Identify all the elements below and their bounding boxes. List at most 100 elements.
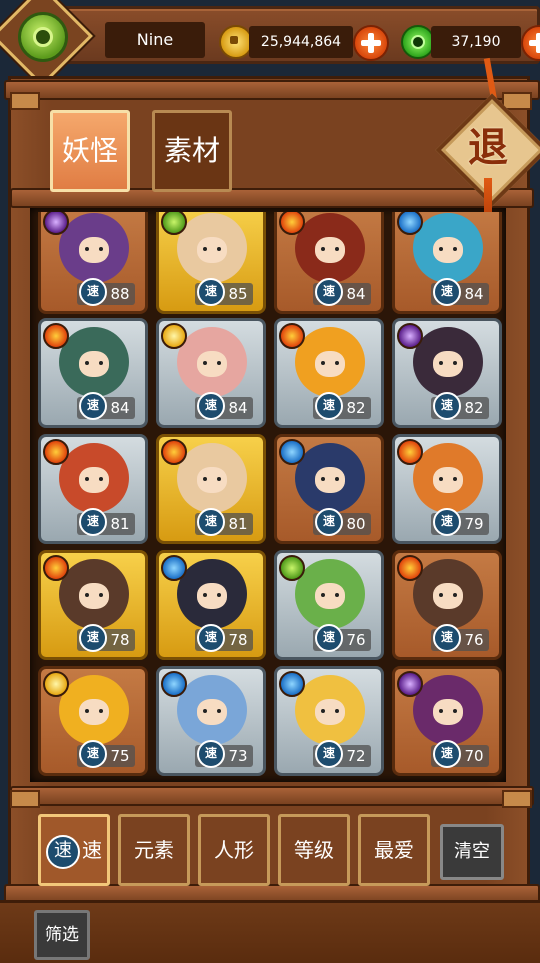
speed-icon: 速 bbox=[315, 278, 343, 306]
bracket bbox=[10, 790, 40, 808]
speed-icon: 速 bbox=[79, 624, 107, 652]
speed-value: 78 bbox=[228, 631, 248, 649]
speed-icon: 速 bbox=[197, 740, 225, 768]
monster-portrait bbox=[413, 559, 483, 629]
speed-icon: 速 bbox=[79, 740, 107, 768]
dark-element-icon bbox=[397, 323, 423, 349]
gold-amount: 25,944,864 bbox=[249, 26, 353, 58]
shelf-bottom-beam bbox=[10, 786, 534, 806]
monster-card[interactable]: 速 81 bbox=[156, 434, 266, 544]
monster-portrait bbox=[295, 443, 365, 513]
water-element-icon bbox=[279, 671, 305, 697]
speed-icon: 速 bbox=[197, 508, 225, 536]
filter-element-button[interactable]: 元素 bbox=[118, 814, 190, 886]
speed-icon: 速 bbox=[197, 624, 225, 652]
water-element-icon bbox=[161, 555, 187, 581]
light-element-icon bbox=[161, 323, 187, 349]
monster-card[interactable]: 速 84 bbox=[156, 318, 266, 428]
speed-value: 84 bbox=[346, 285, 366, 303]
dark-element-icon bbox=[397, 671, 423, 697]
monster-card[interactable]: 速 73 bbox=[156, 666, 266, 776]
speed-icon: 速 bbox=[433, 624, 461, 652]
monster-card[interactable]: 速 78 bbox=[38, 550, 148, 660]
monster-portrait bbox=[295, 327, 365, 397]
monster-card[interactable]: 速 76 bbox=[392, 550, 502, 660]
monster-card[interactable]: 速 82 bbox=[274, 318, 384, 428]
monster-card-grid: 速 88 速 85 速 84 速 84 速 84 速 84 速 82 速 82 速 81 速 81 速 80 速 79 速 78 速… bbox=[38, 212, 502, 782]
monster-card[interactable]: 速 75 bbox=[38, 666, 148, 776]
water-element-icon bbox=[279, 439, 305, 465]
add-jade-button[interactable] bbox=[521, 25, 540, 61]
monster-portrait bbox=[177, 443, 247, 513]
bracket bbox=[502, 790, 532, 808]
speed-icon: 速 bbox=[315, 392, 343, 420]
monster-portrait bbox=[59, 675, 129, 745]
speed-value: 70 bbox=[464, 747, 484, 765]
monster-portrait bbox=[59, 213, 129, 283]
light-element-icon bbox=[43, 671, 69, 697]
speed-icon: 速 bbox=[79, 278, 107, 306]
speed-value: 75 bbox=[110, 747, 130, 765]
fire-element-icon bbox=[161, 439, 187, 465]
monster-card[interactable]: 速 84 bbox=[38, 318, 148, 428]
filter-favorite-button[interactable]: 最爱 bbox=[358, 814, 430, 886]
filter-speed-button[interactable]: 速速 bbox=[38, 814, 110, 886]
monster-portrait bbox=[413, 213, 483, 283]
monster-portrait bbox=[59, 327, 129, 397]
filter-button[interactable]: 筛选 bbox=[34, 910, 90, 960]
monster-card[interactable]: 速 72 bbox=[274, 666, 384, 776]
monster-card[interactable]: 速 78 bbox=[156, 550, 266, 660]
monster-portrait bbox=[177, 213, 247, 283]
monster-card[interactable]: 速 76 bbox=[274, 550, 384, 660]
speed-value: 82 bbox=[464, 399, 484, 417]
fire-element-icon bbox=[397, 555, 423, 581]
speed-value: 80 bbox=[346, 515, 366, 533]
resource-bar: Nine 25,944,864 37,190 bbox=[30, 6, 540, 64]
filter-level-button[interactable]: 等级 bbox=[278, 814, 350, 886]
speed-icon: 速 bbox=[433, 740, 461, 768]
speed-icon: 速 bbox=[79, 392, 107, 420]
monster-portrait bbox=[295, 559, 365, 629]
monster-card[interactable]: 速 70 bbox=[392, 666, 502, 776]
monster-card[interactable]: 速 81 bbox=[38, 434, 148, 544]
speed-value: 81 bbox=[228, 515, 248, 533]
speed-value: 76 bbox=[346, 631, 366, 649]
speed-value: 84 bbox=[228, 399, 248, 417]
monster-portrait bbox=[413, 327, 483, 397]
water-element-icon bbox=[161, 671, 187, 697]
monster-portrait bbox=[295, 213, 365, 283]
speed-value: 76 bbox=[464, 631, 484, 649]
monster-card[interactable]: 速 84 bbox=[392, 212, 502, 314]
top-beam bbox=[4, 80, 540, 100]
monster-portrait bbox=[295, 675, 365, 745]
speed-icon: 速 bbox=[433, 278, 461, 306]
speed-value: 82 bbox=[346, 399, 366, 417]
speed-icon: 速 bbox=[433, 508, 461, 536]
add-gold-button[interactable] bbox=[353, 25, 389, 61]
monster-portrait bbox=[59, 559, 129, 629]
filter-humanoid-button[interactable]: 人形 bbox=[198, 814, 270, 886]
tab-monsters[interactable]: 妖怪 bbox=[50, 110, 130, 192]
speed-icon: 速 bbox=[197, 392, 225, 420]
speed-value: 73 bbox=[228, 747, 248, 765]
fire-element-icon bbox=[279, 323, 305, 349]
grass-element-icon bbox=[279, 555, 305, 581]
monster-card[interactable]: 速 85 bbox=[156, 212, 266, 314]
speed-icon: 速 bbox=[79, 508, 107, 536]
monster-card[interactable]: 速 84 bbox=[274, 212, 384, 314]
monster-portrait bbox=[177, 675, 247, 745]
clear-button[interactable]: 清空 bbox=[440, 824, 504, 880]
speed-value: 84 bbox=[464, 285, 484, 303]
monster-card[interactable]: 速 82 bbox=[392, 318, 502, 428]
tab-materials[interactable]: 素材 bbox=[152, 110, 232, 192]
filter-speed-label: 速 bbox=[82, 838, 102, 862]
speed-value: 79 bbox=[464, 515, 484, 533]
speed-value: 85 bbox=[228, 285, 248, 303]
monster-card[interactable]: 速 88 bbox=[38, 212, 148, 314]
speed-icon: 速 bbox=[433, 392, 461, 420]
speed-icon: 速 bbox=[315, 624, 343, 652]
jade-amount: 37,190 bbox=[431, 26, 521, 58]
monster-card[interactable]: 速 79 bbox=[392, 434, 502, 544]
fire-element-icon bbox=[43, 555, 69, 581]
monster-card[interactable]: 速 80 bbox=[274, 434, 384, 544]
